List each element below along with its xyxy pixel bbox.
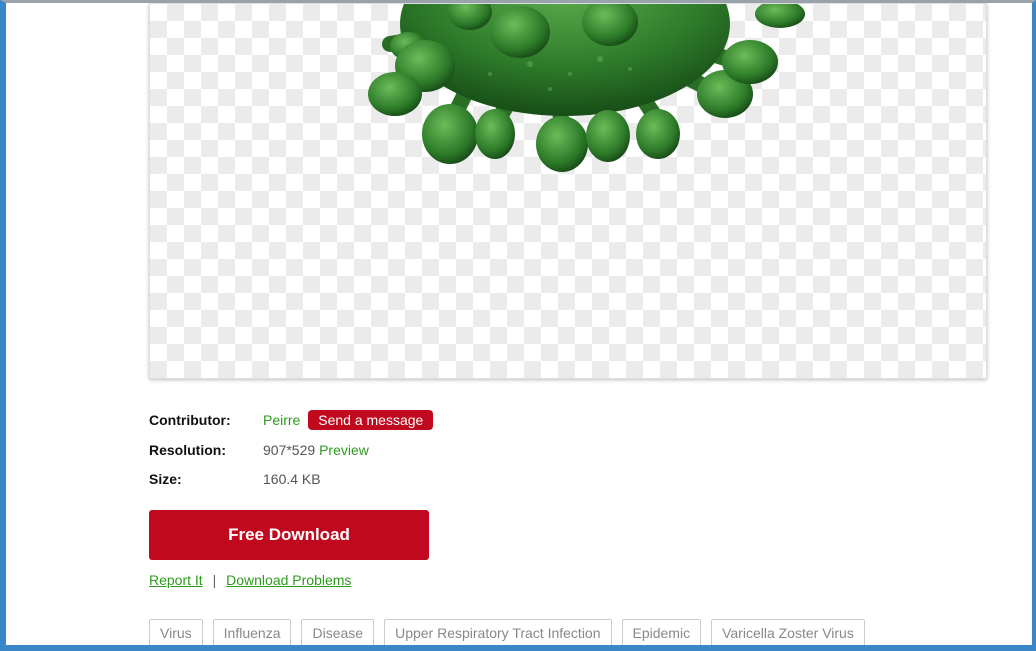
contributor-name-link[interactable]: Peirre (263, 412, 300, 428)
report-it-link[interactable]: Report It (149, 572, 203, 588)
tag-item[interactable]: Disease (301, 619, 375, 645)
tag-item[interactable]: Upper Respiratory Tract Infection (384, 619, 612, 645)
tag-item[interactable]: Varicella Zoster Virus (711, 619, 865, 645)
free-download-button[interactable]: Free Download (149, 510, 429, 560)
contributor-value: Peirre Send a message (263, 410, 434, 430)
contributor-label: Contributor: (149, 412, 231, 428)
resolution-value-wrap: 907*529 Preview (263, 440, 369, 460)
send-message-button[interactable]: Send a message (308, 410, 434, 430)
resolution-value: 907*529 (263, 442, 316, 458)
size-value: 160.4 KB (263, 471, 321, 487)
tag-list: Virus Influenza Disease Upper Respirator… (149, 619, 875, 645)
tag-item[interactable]: Virus (149, 619, 203, 645)
image-preview[interactable] (149, 3, 987, 379)
browser-window: Contributor: Peirre Send a message Resol… (0, 0, 1036, 651)
tag-item[interactable]: Influenza (212, 619, 292, 645)
help-links: Report It | Download Problems (149, 570, 351, 590)
download-problems-link[interactable]: Download Problems (226, 572, 351, 588)
resolution-label: Resolution: (149, 442, 226, 458)
tag-item[interactable]: Epidemic (621, 619, 702, 645)
link-separator: | (212, 572, 217, 588)
preview-link[interactable]: Preview (319, 442, 369, 458)
size-label: Size: (149, 471, 182, 487)
virus-image (368, 4, 805, 172)
